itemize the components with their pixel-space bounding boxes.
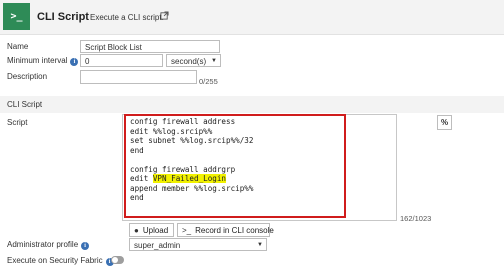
external-link-icon[interactable] (160, 11, 169, 22)
script-label: Script (7, 118, 28, 127)
cli-terminal-icon: >_ (3, 3, 30, 30)
description-label: Description (7, 72, 48, 81)
upload-label: Upload (142, 225, 169, 235)
record-cli-button[interactable]: >_ Record in CLI console (177, 223, 274, 237)
admin-profile-label-text: Administrator profile (7, 240, 79, 249)
admin-profile-select[interactable]: super_admin ▼ (129, 238, 267, 251)
minimum-interval-label: Minimum interval i (7, 56, 79, 66)
script-counter: 162/1023 (400, 214, 432, 223)
description-counter: 0/255 (199, 77, 218, 86)
record-cli-label: Record in CLI console (195, 225, 274, 235)
script-highlight-box (124, 114, 346, 218)
minimum-interval-label-text: Minimum interval (7, 56, 68, 65)
info-icon[interactable]: i (81, 242, 90, 250)
interval-unit-value: second(s) (171, 57, 207, 66)
interval-unit-select[interactable]: second(s) ▼ (166, 54, 221, 67)
security-fabric-toggle[interactable] (111, 256, 124, 264)
info-icon[interactable]: i (70, 58, 79, 66)
upload-button[interactable]: ● Upload (129, 223, 174, 237)
page-title: CLI Script (37, 11, 89, 23)
security-fabric-label-text: Execute on Security Fabric (7, 256, 103, 265)
page-subtitle: Execute a CLI script. (90, 13, 164, 22)
chevron-down-icon: ▼ (211, 58, 217, 64)
cli-script-section-header: CLI Script (0, 96, 504, 113)
minimum-interval-input[interactable]: 0 (80, 54, 163, 67)
admin-profile-value: super_admin (134, 241, 181, 250)
upload-icon: ● (134, 225, 139, 235)
section-title: CLI Script (7, 100, 43, 109)
security-fabric-label: Execute on Security Fabric i (7, 256, 114, 266)
admin-profile-label: Administrator profile i (7, 240, 90, 250)
chevron-down-icon: ▼ (257, 242, 263, 248)
page-header: >_ CLI Script Execute a CLI script. (0, 0, 504, 35)
terminal-icon: >_ (182, 225, 192, 235)
percent-variable-button[interactable]: % (437, 115, 452, 130)
description-input[interactable] (80, 70, 197, 84)
name-input[interactable]: Script Block List (80, 40, 220, 53)
external-link-icon-svg (160, 11, 169, 20)
name-label: Name (7, 42, 29, 51)
